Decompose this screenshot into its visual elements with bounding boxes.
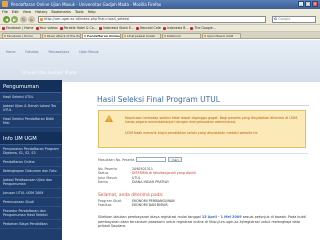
tab-jadwal[interactable]: Lihat Jadwal Kuliah <box>122 33 161 38</box>
sidebar-list-info: Persyaratan Pendaftaran Program Diploma,… <box>0 145 62 229</box>
site-header: Home Fakultas Pascasarjana Ujian Masuk U… <box>0 40 320 82</box>
warning-box: ! Keputusan terhadap seleksi tidak dapat… <box>98 110 306 148</box>
bookmark-item[interactable]: Your videos <box>35 26 58 30</box>
breadcrumb: Home Fakultas Pascasarjana Ujian Masuk <box>6 50 99 54</box>
breadcrumb-item[interactable]: Ujian Masuk <box>79 50 98 54</box>
close-button[interactable]: × <box>312 1 318 7</box>
breadcrumb-item[interactable]: Home <box>6 50 15 54</box>
minimize-button[interactable]: _ <box>298 1 304 7</box>
breadcrumb-item[interactable]: Fakultas <box>25 50 38 54</box>
bookmark-item[interactable]: Indonesia B... <box>162 26 188 30</box>
bookmark-icon <box>35 26 39 30</box>
sidebar-item-biaya[interactable]: Pedoman Biaya Pendidikan <box>0 220 62 229</box>
sidebar-item-jadwal-pelaksanaan[interactable]: Jadwal Pelaksanaan Ujian dan Pengumuman <box>0 176 62 189</box>
home-icon[interactable]: ⌂ <box>28 16 35 23</box>
bookmark-item[interactable]: Parable Hotel & Ca... <box>59 26 97 30</box>
bookmark-icon <box>59 26 63 30</box>
search-input[interactable]: G Google <box>272 16 316 23</box>
sidebar-item-jurusan[interactable]: Jurusan UTUL UGM 2009 <box>0 189 62 198</box>
bookmark-icon <box>162 26 166 30</box>
registration-instructions: Silahkan lakukan pembayaran biaya regist… <box>98 215 306 229</box>
sidebar-item-jadwal-ujian[interactable]: Jadwal Ujian & Denah Lokasi Tes UTUL <box>0 102 62 115</box>
window-titlebar: Pendaftaran Online Ujian Masuk - Univers… <box>0 0 320 9</box>
sidebar-item-bidik-misi[interactable]: Hasil Seleksi Pendaftaran Bidik Misi <box>0 115 62 128</box>
maximize-button[interactable]: □ <box>305 1 311 7</box>
tab-pavel[interactable]: Pavel Attack of the Zod... <box>42 33 81 38</box>
sidebar-item-perencanaan[interactable]: Perencanaan Studi <box>0 198 62 207</box>
search-placeholder: Google <box>278 17 291 21</box>
window-controls: _ □ × <box>298 1 318 7</box>
site-logo[interactable]: Universitas Gadjah Mada <box>22 70 77 75</box>
bookmark-icon <box>136 26 140 30</box>
section-divider <box>98 153 308 154</box>
tab-pendaftaran[interactable]: Pendaftaran Online Ujian Masuk... <box>82 33 121 38</box>
page-title: Hasil Seleksi Final Program UTUL <box>97 95 220 104</box>
tab-detikcom[interactable]: Detikcom <box>162 33 201 38</box>
main-panel: Hasil Seleksi Final Program UTUL ! Keput… <box>70 82 312 240</box>
bookmark-item[interactable]: Neuroid Cafe <box>136 26 161 30</box>
sidebar-list-pengumuman: Hasil Seleksi UTUL Jadwal Ujian & Denah … <box>0 93 62 128</box>
result-info: No. Peserta 2090501311 Status DITERIMA di … <box>98 167 308 185</box>
back-icon[interactable]: ◀ <box>3 16 10 23</box>
site-favicon-icon <box>40 18 43 21</box>
window-title: Pendaftaran Online Ujian Masuk - Univers… <box>11 2 162 7</box>
forward-icon[interactable]: ▶ <box>11 16 18 23</box>
reload-icon[interactable]: ↻ <box>20 16 27 23</box>
info-row: Nama DIANA INDAH PRATIWI <box>98 180 169 185</box>
address-bar[interactable]: http://um.ugm.ac.id/index.php?hal=hasil_… <box>38 16 266 23</box>
bookmark-icon <box>2 26 5 30</box>
search-button[interactable]: Cari <box>168 157 183 162</box>
register-number-input[interactable] <box>136 157 167 162</box>
registration-dates: 15 April - 1 Mei 2009 <box>201 215 242 219</box>
admission-details: Program Studi EKONOMI PEMBANGUNAN Fakulta… <box>98 199 308 208</box>
sidebar: Pengumuman Hasil Seleksi UTUL Jadwal Uji… <box>0 80 62 240</box>
sidebar-item-hasil-seleksi[interactable]: Hasil Seleksi UTUL <box>0 93 62 102</box>
sidebar-item-pendaftaran-online[interactable]: Pendaftaran Online <box>0 158 62 167</box>
bookmark-item[interactable]: Indonesia Stock E... <box>98 26 134 30</box>
tab-ujian-masuk[interactable]: Ujian Masuk UGM <box>202 33 241 38</box>
warning-icon: ! <box>105 115 113 122</box>
sidebar-item-prosedur[interactable]: Prosedur Pendaftaran dan Pengumuman Hasi… <box>0 207 62 220</box>
tab-facebook[interactable]: Facebook | Home <box>2 33 41 38</box>
warning-note: UGM tidak menarik biaya pendidikan selai… <box>125 131 259 135</box>
google-icon: G <box>274 17 277 21</box>
bookmark-icon <box>98 26 102 30</box>
navigation-toolbar: ◀ ▶ ↻ ⌂ http://um.ugm.ac.id/index.php?ha… <box>0 15 320 25</box>
title-divider <box>97 105 309 106</box>
bookmark-item[interactable]: The Google... <box>190 26 216 30</box>
search-form: Masukkan No. Peserta Cari <box>98 157 183 162</box>
sidebar-heading-info: Info UM UGM <box>0 132 62 145</box>
section-title: Selamat, anda diterima pada: <box>98 193 164 198</box>
firefox-icon <box>2 1 8 7</box>
sidebar-item-persyaratan[interactable]: Persyaratan Pendaftaran Program Diploma,… <box>0 145 62 158</box>
tab-strip: Facebook | Home Pavel Attack of the Zod.… <box>0 32 320 39</box>
detail-row: Fakultas EKONOMI DAN BISNIS <box>98 203 168 208</box>
bookmark-item[interactable]: Facebook | Home <box>2 26 34 30</box>
bookmarks-toolbar: Facebook | Home Your videos Parable Hote… <box>0 25 320 32</box>
sidebar-item-kelengkapan[interactable]: Kelengkapan Dokumen dan Foto <box>0 167 62 176</box>
address-url: http://um.ugm.ac.id/index.php?hal=hasil_… <box>44 17 130 21</box>
warning-text: Keputusan terhadap seleksi tidak dapat d… <box>125 116 299 125</box>
page-content: Home Fakultas Pascasarjana Ujian Masuk U… <box>0 40 320 240</box>
sidebar-heading-pengumuman: Pengumuman <box>0 80 62 93</box>
breadcrumb-item[interactable]: Pascasarjana <box>48 50 69 54</box>
register-label: Masukkan No. Peserta <box>98 157 135 162</box>
